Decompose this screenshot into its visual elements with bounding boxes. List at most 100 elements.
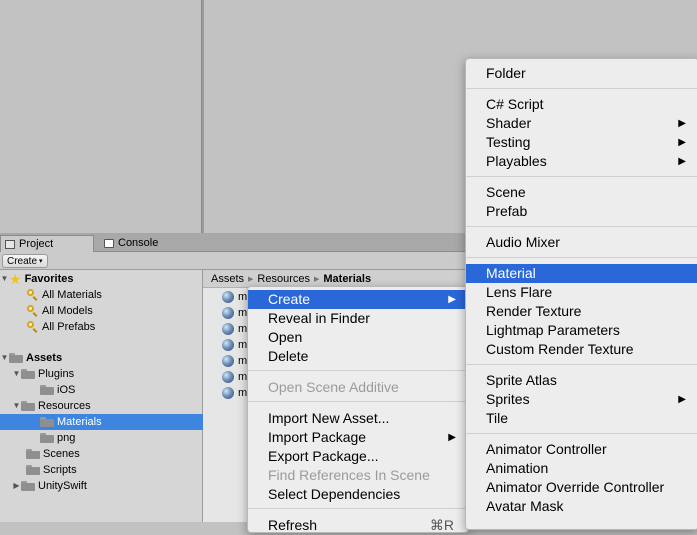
- menu-item-label: Sprite Atlas: [486, 372, 557, 388]
- menu-item-label: Import New Asset...: [268, 410, 390, 426]
- submenu-item-tile[interactable]: Tile: [466, 409, 697, 428]
- menu-item-import-new-asset[interactable]: Import New Asset...: [248, 409, 468, 428]
- asset-item[interactable]: m: [222, 321, 247, 337]
- submenu-item-avatar-mask[interactable]: Avatar Mask: [466, 497, 697, 516]
- folder-tab-icon: [5, 239, 15, 249]
- tree-label: Materials: [57, 416, 102, 428]
- asset-item[interactable]: m: [222, 369, 247, 385]
- submenu-item-sprite-atlas[interactable]: Sprite Atlas: [466, 371, 697, 390]
- breadcrumb-item[interactable]: Assets: [211, 273, 244, 285]
- submenu-item-playables[interactable]: Playables ▶: [466, 152, 697, 171]
- submenu-arrow-icon: ▶: [678, 394, 686, 405]
- tree-label: iOS: [57, 384, 76, 396]
- tree-item-scenes[interactable]: Scenes: [0, 446, 229, 462]
- submenu-item-csharp-script[interactable]: C# Script: [466, 95, 697, 114]
- menu-item-create[interactable]: Create ▶: [248, 290, 468, 309]
- menu-item-open-scene-additive: Open Scene Additive: [248, 378, 468, 397]
- submenu-item-render-texture[interactable]: Render Texture: [466, 302, 697, 321]
- folder-icon: [9, 353, 23, 363]
- expanded-arrow-icon[interactable]: ▼: [12, 398, 21, 414]
- submenu-item-material[interactable]: Material: [466, 264, 697, 283]
- tab-console[interactable]: Console: [100, 235, 170, 252]
- create-dropdown-button[interactable]: Create ▾: [2, 254, 48, 268]
- tab-project[interactable]: Project: [0, 235, 94, 252]
- submenu-arrow-icon: ▶: [448, 294, 456, 305]
- submenu-item-audio-mixer[interactable]: Audio Mixer: [466, 233, 697, 252]
- folder-icon: [26, 465, 40, 475]
- submenu-item-sprites[interactable]: Sprites ▶: [466, 390, 697, 409]
- favorite-item-all-materials[interactable]: All Materials: [0, 287, 229, 303]
- menu-item-label: Select Dependencies: [268, 486, 401, 502]
- menu-item-label: Delete: [268, 348, 309, 364]
- menu-item-refresh[interactable]: Refresh ⌘R: [248, 516, 468, 535]
- menu-item-label: Shader: [486, 115, 532, 131]
- menu-item-import-package[interactable]: Import Package ▶: [248, 428, 468, 447]
- submenu-item-prefab[interactable]: Prefab: [466, 202, 697, 221]
- submenu-item-animator-controller[interactable]: Animator Controller: [466, 440, 697, 459]
- menu-separator: [466, 176, 697, 177]
- tab-project-label: Project: [19, 237, 54, 250]
- expanded-arrow-icon[interactable]: ▼: [12, 366, 21, 382]
- tree-item-resources[interactable]: ▼ Resources: [0, 398, 215, 414]
- submenu-arrow-icon: ▶: [678, 156, 686, 167]
- expanded-arrow-icon[interactable]: ▼: [0, 350, 9, 366]
- tree-item-scripts[interactable]: Scripts: [0, 462, 229, 478]
- menu-item-label: Animation: [486, 460, 549, 476]
- submenu-item-testing[interactable]: Testing ▶: [466, 133, 697, 152]
- submenu-item-lens-flare[interactable]: Lens Flare: [466, 283, 697, 302]
- submenu-item-folder[interactable]: Folder: [466, 64, 697, 83]
- context-menu: Create ▶ Reveal in Finder Open Delete Ope…: [247, 286, 469, 533]
- tree-label: UnitySwift: [38, 480, 87, 492]
- assets-label: Assets: [26, 352, 63, 364]
- tree-label: Plugins: [38, 368, 75, 380]
- asset-item[interactable]: m: [222, 289, 247, 305]
- menu-item-select-dependencies[interactable]: Select Dependencies: [248, 485, 468, 504]
- material-sphere-icon: [222, 291, 234, 303]
- asset-label: m: [238, 339, 248, 351]
- tree-item-plugins[interactable]: ▼ Plugins: [0, 366, 215, 382]
- asset-item[interactable]: m: [222, 337, 247, 353]
- menu-item-label: Testing: [486, 134, 531, 150]
- submenu-item-custom-render-texture[interactable]: Custom Render Texture: [466, 340, 697, 359]
- breadcrumb-current[interactable]: Materials: [323, 273, 371, 285]
- menu-item-delete[interactable]: Delete: [248, 347, 468, 366]
- asset-item[interactable]: m: [222, 305, 247, 321]
- menu-item-reveal-in-finder[interactable]: Reveal in Finder: [248, 309, 468, 328]
- breadcrumb-item[interactable]: Resources: [257, 273, 310, 285]
- menu-separator: [248, 401, 468, 402]
- star-icon: ★: [9, 271, 22, 287]
- submenu-item-scene[interactable]: Scene: [466, 183, 697, 202]
- menu-item-open[interactable]: Open: [248, 328, 468, 347]
- collapsed-arrow-icon[interactable]: ▶: [12, 478, 21, 494]
- submenu-item-shader[interactable]: Shader ▶: [466, 114, 697, 133]
- menu-item-label: Tile: [486, 410, 509, 426]
- favorite-item-all-models[interactable]: All Models: [0, 303, 229, 319]
- expanded-arrow-icon[interactable]: ▼: [0, 271, 9, 287]
- menu-item-label: Material: [486, 265, 536, 281]
- submenu-item-lightmap-parameters[interactable]: Lightmap Parameters: [466, 321, 697, 340]
- tab-console-label: Console: [118, 237, 159, 249]
- console-icon: [104, 239, 114, 248]
- folder-icon: [21, 481, 35, 491]
- asset-item[interactable]: m: [222, 385, 247, 401]
- material-sphere-icon: [222, 371, 234, 383]
- asset-label: m: [238, 291, 248, 303]
- menu-item-label: Export Package...: [268, 448, 379, 464]
- assets-header[interactable]: ▼ Assets: [0, 350, 203, 366]
- favorites-header[interactable]: ▼ ★ Favorites: [0, 271, 203, 287]
- submenu-item-animation[interactable]: Animation: [466, 459, 697, 478]
- tree-item-unityswift[interactable]: ▶ UnitySwift: [0, 478, 215, 494]
- menu-item-find-references: Find References In Scene: [248, 466, 468, 485]
- create-submenu: Folder C# Script Shader ▶ Testing ▶ Playab…: [465, 58, 697, 530]
- search-icon: [26, 321, 38, 333]
- search-icon: [26, 289, 38, 301]
- favorite-item-all-prefabs[interactable]: All Prefabs: [0, 319, 229, 335]
- menu-item-label: Animator Override Controller: [486, 479, 665, 495]
- submenu-item-animator-override-controller[interactable]: Animator Override Controller: [466, 478, 697, 497]
- menu-item-label: Open Scene Additive: [268, 379, 399, 395]
- scene-view-left: [0, 0, 201, 233]
- menu-item-label: Audio Mixer: [486, 234, 560, 250]
- asset-item[interactable]: m: [222, 353, 247, 369]
- menu-item-export-package[interactable]: Export Package...: [248, 447, 468, 466]
- menu-item-label: Avatar Mask: [486, 498, 564, 514]
